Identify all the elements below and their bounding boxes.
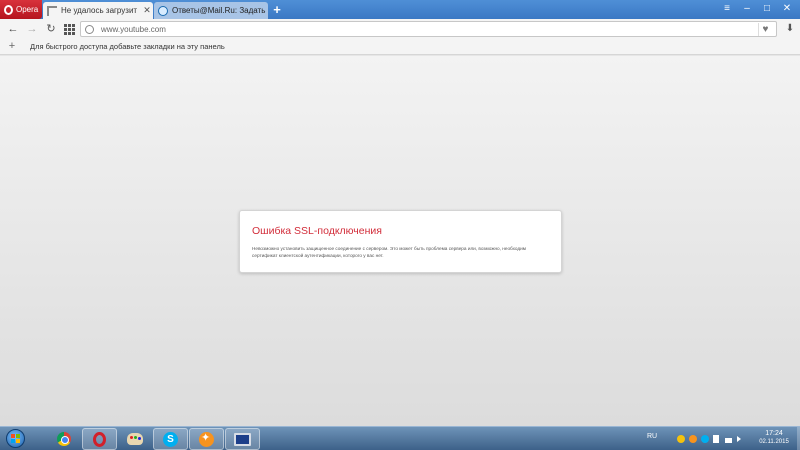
opera-logo-icon xyxy=(4,4,13,15)
windows-logo-icon xyxy=(11,434,20,443)
bookmarks-bar-hint: Для быстрого доступа добавьте закладки н… xyxy=(30,42,225,51)
opera-icon xyxy=(93,431,106,447)
chrome-icon xyxy=(56,432,71,446)
reload-button[interactable]: ↻ xyxy=(43,21,59,37)
opera-menu-button[interactable]: Opera xyxy=(0,0,42,19)
bookmarks-bar: + Для быстрого доступа добавьте закладки… xyxy=(0,39,800,55)
address-bar[interactable]: www.youtube.com ♥ xyxy=(80,21,777,37)
computer-icon xyxy=(234,432,251,446)
forward-button[interactable]: → xyxy=(24,21,40,37)
skype-icon: S xyxy=(163,431,178,447)
error-message: Невозможно установить защищенное соедине… xyxy=(252,246,526,258)
tray-chrome-icon[interactable] xyxy=(677,435,685,443)
add-bookmark-button[interactable]: + xyxy=(6,39,18,54)
taskbar-paint-button[interactable] xyxy=(117,428,152,450)
taskbar-avast-button[interactable] xyxy=(189,428,224,450)
network-icon[interactable] xyxy=(725,435,732,443)
tray-skype-icon[interactable] xyxy=(701,435,709,443)
address-input[interactable]: www.youtube.com xyxy=(101,25,776,34)
clock-time: 17:24 xyxy=(765,430,783,437)
minimize-button[interactable]: – xyxy=(738,1,756,17)
mail-ru-favicon-icon xyxy=(158,5,168,16)
language-indicator[interactable]: RU xyxy=(647,433,657,440)
new-tab-button[interactable]: + xyxy=(270,3,284,17)
taskbar-computer-button[interactable] xyxy=(225,428,260,450)
page-content: Ошибка SSL-подключения Невозможно устано… xyxy=(0,56,800,426)
download-icon[interactable]: ⬇ xyxy=(783,21,797,37)
tab-label: Ответы@Mail.Ru: Задать xyxy=(172,6,266,15)
action-center-flag-icon[interactable] xyxy=(713,435,719,443)
paint-icon xyxy=(126,433,143,445)
error-card: Ошибка SSL-подключения Невозможно устано… xyxy=(239,210,562,273)
tab-close-icon[interactable]: ✕ xyxy=(141,5,153,16)
page-favicon-icon xyxy=(47,5,57,16)
tab-menu-icon[interactable]: ≡ xyxy=(718,1,736,17)
heart-icon[interactable]: ♥ xyxy=(758,23,772,36)
taskbar-skype-button[interactable]: S xyxy=(153,428,188,450)
speed-dial-grid-icon[interactable] xyxy=(61,21,77,37)
volume-icon[interactable] xyxy=(737,436,741,442)
start-button[interactable] xyxy=(2,427,28,450)
tray-avast-icon[interactable] xyxy=(689,435,697,443)
windows-taskbar: S RU 17:24 02.11.2015 xyxy=(0,426,800,450)
tab-ssl-error[interactable]: Не удалось загрузить htt ✕ xyxy=(43,2,153,19)
error-title: Ошибка SSL-подключения xyxy=(252,225,382,237)
browser-title-bar: Opera Не удалось загрузить htt ✕ Ответы@… xyxy=(0,0,800,19)
site-info-icon[interactable] xyxy=(81,22,97,36)
close-window-button[interactable]: ✕ xyxy=(778,1,796,17)
clock-date: 02.11.2015 xyxy=(759,439,789,445)
taskbar-opera-button[interactable] xyxy=(82,428,117,450)
taskbar-chrome-button[interactable] xyxy=(46,428,81,450)
opera-menu-label: Opera xyxy=(16,5,39,14)
system-clock[interactable]: 17:24 02.11.2015 xyxy=(752,430,796,446)
navigation-toolbar: ← → ↻ www.youtube.com ♥ ⬇ xyxy=(0,19,800,39)
avast-icon xyxy=(199,431,214,447)
tab-label: Не удалось загрузить htt xyxy=(61,6,137,15)
back-button[interactable]: ← xyxy=(5,21,21,37)
tab-mail-answers[interactable]: Ответы@Mail.Ru: Задать xyxy=(154,2,268,19)
maximize-button[interactable]: □ xyxy=(758,1,776,17)
